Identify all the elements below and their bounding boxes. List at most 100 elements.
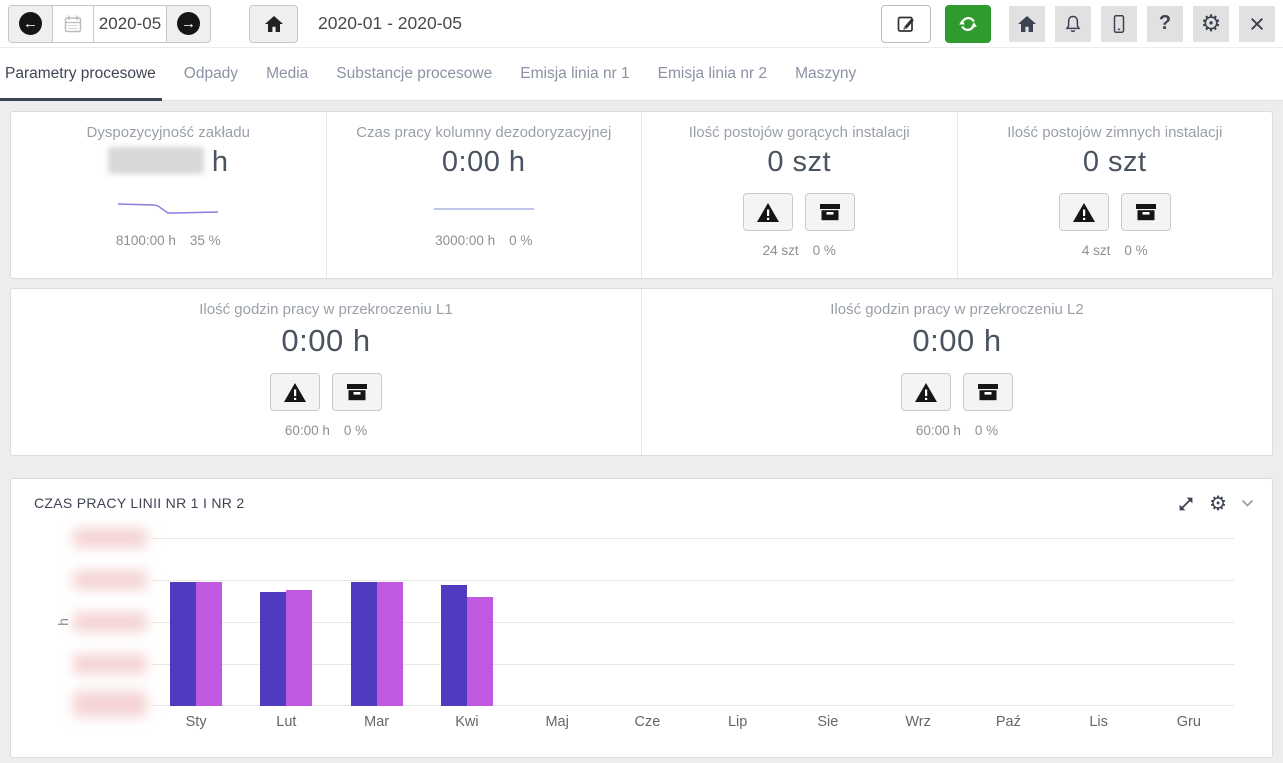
dashboard-home-button[interactable] bbox=[1009, 6, 1045, 42]
chevron-down-icon[interactable] bbox=[1241, 499, 1254, 508]
kpi-limit: 8100:00 h bbox=[116, 233, 176, 248]
close-icon: × bbox=[1249, 14, 1265, 34]
chart-slot-kwi bbox=[422, 538, 512, 706]
bar-linia-nr-1-mar bbox=[351, 582, 377, 706]
alarm-events-button[interactable] bbox=[743, 193, 793, 231]
alarm-events-button[interactable] bbox=[1059, 193, 1109, 231]
archive-button[interactable] bbox=[805, 193, 855, 231]
kpi-percent: 0 % bbox=[813, 243, 836, 258]
kpi-footer: 4 szt0 % bbox=[958, 243, 1273, 258]
tab-parametry-procesowe[interactable]: Parametry procesowe bbox=[3, 48, 158, 101]
kpi-limit: 60:00 h bbox=[916, 423, 961, 438]
archive-button[interactable] bbox=[1121, 193, 1171, 231]
kpi-row-2: Ilość godzin pracy w przekroczeniu L1 0:… bbox=[10, 288, 1273, 456]
mobile-button[interactable] bbox=[1101, 6, 1137, 42]
close-button[interactable]: × bbox=[1239, 6, 1275, 42]
kpi-flatline bbox=[327, 201, 642, 219]
tab-maszyny[interactable]: Maszyny bbox=[793, 48, 858, 101]
refresh-button[interactable] bbox=[945, 5, 991, 43]
chart-title: CZAS PRACY LINII NR 1 I NR 2 bbox=[34, 495, 244, 511]
x-axis-label-kwi: Kwi bbox=[422, 714, 512, 730]
x-axis-label-cze: Cze bbox=[602, 714, 692, 730]
chart-slot-sie bbox=[783, 538, 873, 706]
kpi-buttons bbox=[642, 193, 957, 231]
archive-button[interactable] bbox=[963, 373, 1013, 411]
kpi-buttons bbox=[958, 193, 1273, 231]
kpi-footer: 3000:00 h0 % bbox=[327, 233, 642, 248]
x-axis-label-gru: Gru bbox=[1144, 714, 1234, 730]
chart-actions: ⚙ bbox=[1177, 491, 1254, 516]
kpi-value: 0:00 h bbox=[327, 146, 642, 179]
kpi-card-dyspozycyjnosc: Dyspozycyjność zakładu h 8100:00 h 35 % bbox=[11, 112, 326, 278]
redacted-y-tick bbox=[73, 570, 147, 590]
home-range-button[interactable] bbox=[249, 5, 298, 43]
edit-pencil-square-icon bbox=[896, 14, 916, 34]
notifications-button[interactable] bbox=[1055, 6, 1091, 42]
arrow-left-circle-icon: ← bbox=[19, 12, 42, 35]
chart-settings-gear-icon[interactable]: ⚙ bbox=[1209, 491, 1227, 516]
alarm-events-button[interactable] bbox=[270, 373, 320, 411]
kpi-title: Ilość postojów gorących instalacji bbox=[642, 124, 957, 141]
warning-triangle-icon bbox=[283, 382, 307, 403]
next-period-button[interactable]: → bbox=[166, 5, 211, 43]
redacted-y-tick bbox=[73, 612, 147, 632]
kpi-sparkline bbox=[11, 201, 326, 219]
kpi-buttons bbox=[11, 373, 641, 411]
x-axis-label-lip: Lip bbox=[693, 714, 783, 730]
chart-plot-area bbox=[151, 538, 1234, 706]
kpi-footer: 60:00 h0 % bbox=[11, 423, 641, 438]
kpi-card-postoje-zimne: Ilość postojów zimnych instalacji 0 szt bbox=[957, 112, 1273, 278]
expand-icon[interactable] bbox=[1177, 495, 1195, 513]
kpi-footer: 60:00 h0 % bbox=[642, 423, 1272, 438]
chart-slot-wrz bbox=[873, 538, 963, 706]
bell-icon bbox=[1063, 14, 1083, 34]
toolbar-actions: ? ⚙ × bbox=[881, 5, 1275, 43]
warning-triangle-icon bbox=[1072, 202, 1096, 223]
top-toolbar: ← → 2020-01 - 2020-05 bbox=[0, 0, 1283, 48]
previous-period-button[interactable]: ← bbox=[8, 5, 53, 43]
bar-linia-nr-2-lut bbox=[286, 590, 312, 706]
bar-linia-nr-1-kwi bbox=[441, 585, 467, 706]
calendar-button[interactable] bbox=[52, 5, 94, 43]
arrow-right-circle-icon: → bbox=[177, 12, 200, 35]
archive-button[interactable] bbox=[332, 373, 382, 411]
kpi-footer: 24 szt 0 % bbox=[642, 243, 957, 258]
bar-linia-nr-2-kwi bbox=[467, 597, 493, 706]
redacted-y-tick bbox=[73, 528, 147, 548]
x-axis-label-mar: Mar bbox=[332, 714, 422, 730]
archive-box-icon bbox=[977, 382, 999, 402]
tab-media[interactable]: Media bbox=[264, 48, 310, 101]
kpi-footer: 8100:00 h 35 % bbox=[11, 233, 326, 248]
tab-bar: Parametry procesowe Odpady Media Substan… bbox=[0, 48, 1283, 101]
help-button[interactable]: ? bbox=[1147, 6, 1183, 42]
edit-button[interactable] bbox=[881, 5, 931, 43]
tab-substancje-procesowe[interactable]: Substancje procesowe bbox=[334, 48, 494, 101]
tab-emisja-linia-nr-2[interactable]: Emisja linia nr 2 bbox=[656, 48, 769, 101]
x-axis-label-lis: Lis bbox=[1054, 714, 1144, 730]
chart-slot-paź bbox=[963, 538, 1053, 706]
date-picker-group: ← → bbox=[8, 5, 211, 43]
kpi-percent: 35 % bbox=[190, 233, 221, 248]
gear-icon: ⚙ bbox=[1201, 10, 1222, 37]
tab-odpady[interactable]: Odpady bbox=[182, 48, 240, 101]
kpi-value: 0 szt bbox=[958, 146, 1273, 179]
kpi-limit: 4 szt bbox=[1082, 243, 1111, 258]
settings-button[interactable]: ⚙ bbox=[1193, 6, 1229, 42]
x-axis-label-maj: Maj bbox=[512, 714, 602, 730]
kpi-card-kolumna-dezodoryzacyjna: Czas pracy kolumny dezodoryzacyjnej 0:00… bbox=[326, 112, 642, 278]
date-input[interactable] bbox=[95, 14, 165, 34]
home-icon bbox=[1017, 15, 1037, 33]
alarm-events-button[interactable] bbox=[901, 373, 951, 411]
kpi-unit: h bbox=[212, 146, 229, 178]
x-axis-label-lut: Lut bbox=[241, 714, 331, 730]
calendar-icon bbox=[63, 14, 83, 34]
chart-slot-mar bbox=[332, 538, 422, 706]
kpi-card-przekroczenie-l1: Ilość godzin pracy w przekroczeniu L1 0:… bbox=[11, 289, 641, 455]
kpi-limit: 3000:00 h bbox=[435, 233, 495, 248]
chart-panel: CZAS PRACY LINII NR 1 I NR 2 ⚙ h bbox=[10, 478, 1273, 758]
kpi-title: Dyspozycyjność zakładu bbox=[11, 124, 326, 141]
tab-emisja-linia-nr-1[interactable]: Emisja linia nr 1 bbox=[518, 48, 631, 101]
kpi-limit: 24 szt bbox=[763, 243, 799, 258]
mobile-phone-icon bbox=[1109, 14, 1129, 34]
warning-triangle-icon bbox=[914, 382, 938, 403]
